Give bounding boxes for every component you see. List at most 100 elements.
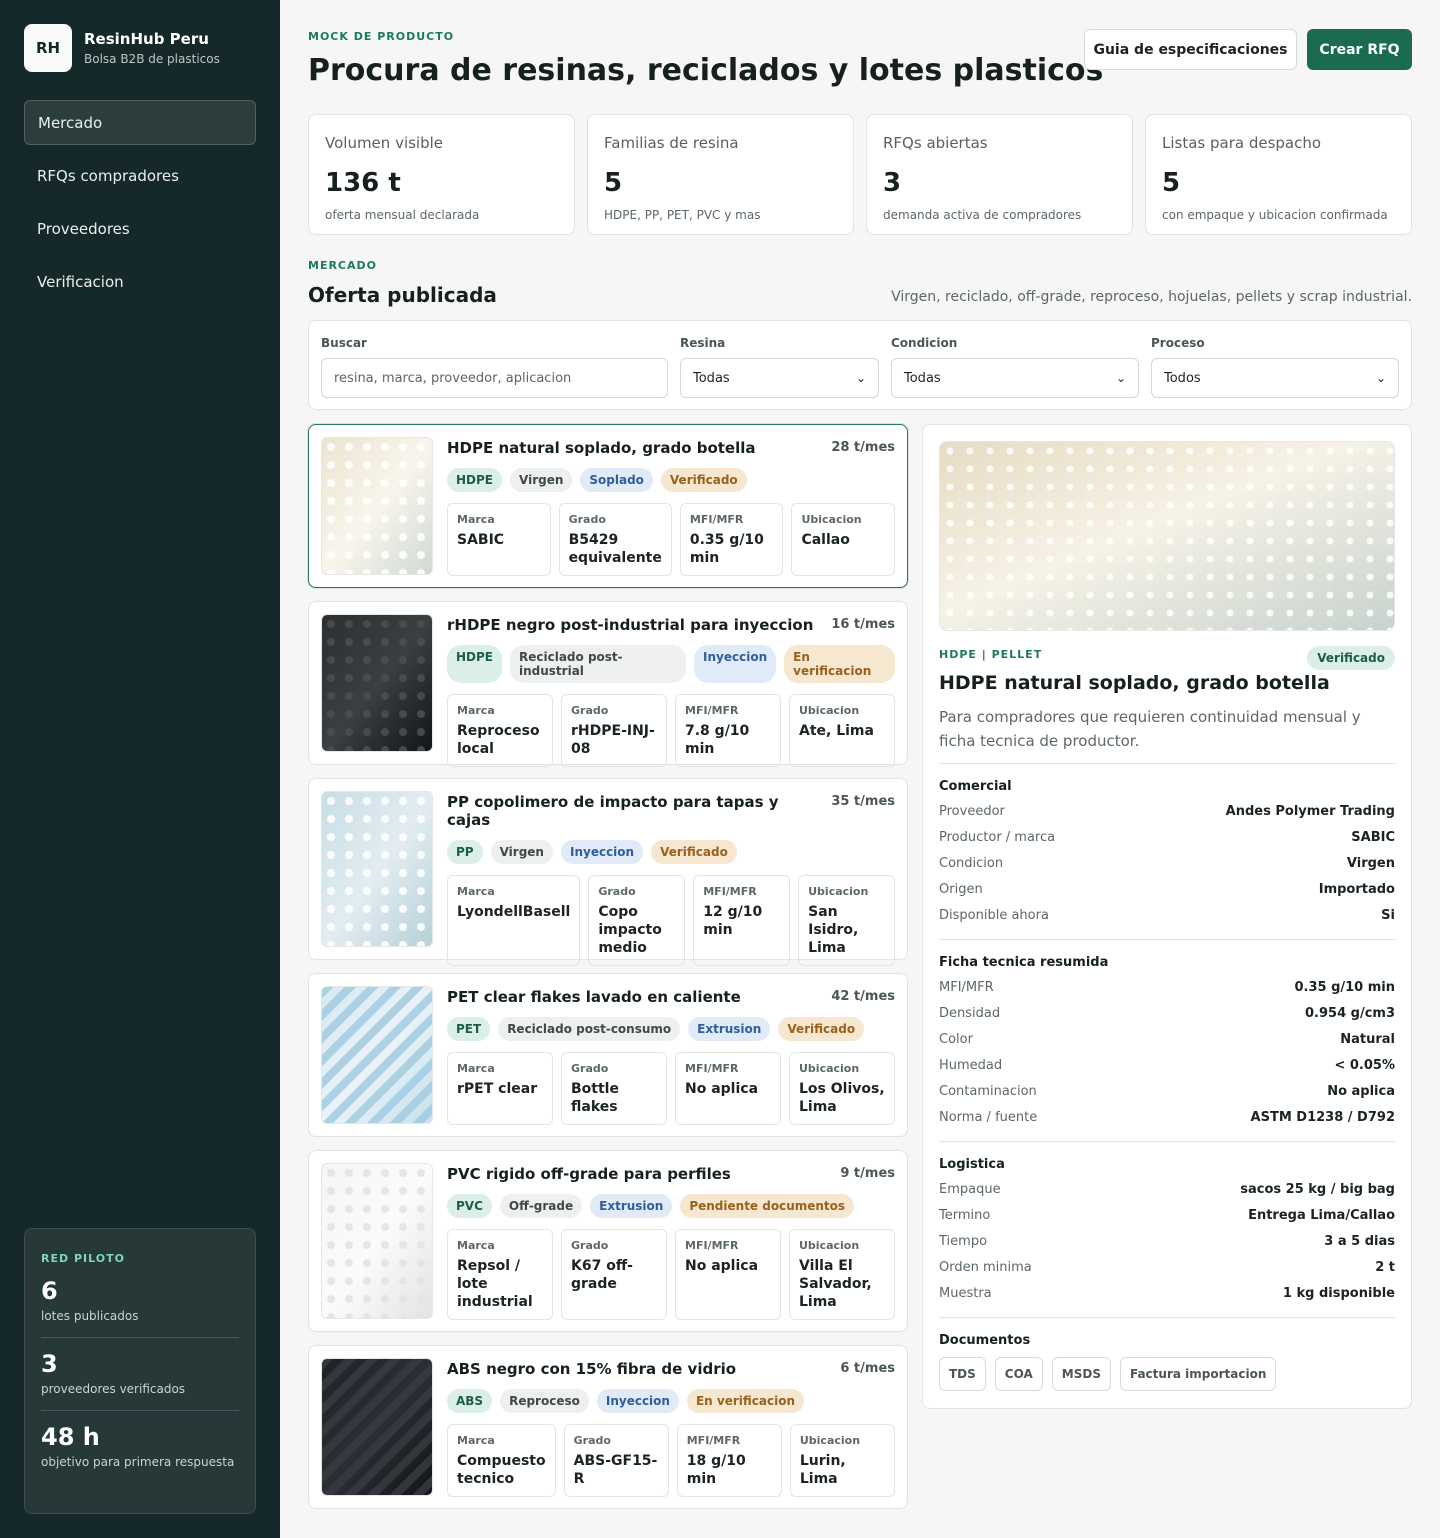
document-chip[interactable]: Factura importacion: [1119, 1357, 1277, 1391]
detail-row-label: Densidad: [939, 1006, 1001, 1021]
spec-value: San Isidro, Lima: [808, 904, 859, 956]
detail-row-value: 1 kg disponible: [1282, 1286, 1395, 1301]
stat-card: Listas para despacho 5 con empaque y ubi…: [1145, 114, 1412, 235]
listing-title: ABS negro con 15% fibra de vidrio: [447, 1360, 737, 1378]
spec-value: Repsol / lote industrial: [457, 1258, 533, 1310]
condition-tag: Reciclado post-industrial: [510, 645, 687, 683]
detail-row: Condicion Virgen: [939, 855, 1395, 872]
detail-row: Humedad < 0.05%: [939, 1057, 1395, 1074]
stat-card: Familias de resina 5 HDPE, PP, PET, PVC …: [587, 114, 854, 235]
listing-card[interactable]: 42 t/mes PET clear flakes lavado en cali…: [308, 973, 908, 1137]
spec-location: Ubicacion Ate, Lima: [789, 694, 895, 767]
condition-tag: Reciclado post-consumo: [498, 1017, 681, 1041]
listing-thumbnail: [321, 437, 433, 575]
spec-location: Ubicacion Los Olivos, Lima: [789, 1052, 895, 1125]
detail-row: Termino Entrega Lima/Callao: [939, 1207, 1395, 1224]
spec-label: Marca: [457, 1434, 495, 1447]
spec-brand: Marca Compuesto tecnico: [447, 1424, 556, 1497]
detail-row-label: MFI/MFR: [939, 980, 994, 995]
process-tag: Inyeccion: [560, 840, 644, 864]
condition-select[interactable]: Todas ⌄: [891, 358, 1139, 398]
spec-label: Grado: [598, 885, 636, 898]
spec-guide-button[interactable]: Guia de especificaciones: [1084, 29, 1297, 70]
documents-section: Documentos TDS COA MSDS Factura importacion: [939, 1317, 1395, 1391]
status-badge: En verificacion: [686, 1389, 804, 1413]
resin-tag: ABS: [447, 1389, 493, 1413]
spec-label: Marca: [457, 704, 495, 717]
document-chip[interactable]: MSDS: [1051, 1357, 1111, 1391]
stat-sub: con empaque y ubicacion confirmada: [1162, 208, 1388, 222]
create-rfq-button[interactable]: Crear RFQ: [1307, 29, 1412, 70]
spec-value: 7.8 g/10 min: [685, 723, 750, 757]
document-chip[interactable]: TDS: [939, 1357, 986, 1391]
spec-grade: Grado Copo impacto medio: [588, 875, 686, 966]
listing-volume: 9 t/mes: [840, 1166, 895, 1181]
listing-title: HDPE natural soplado, grado botella: [447, 439, 756, 457]
process-tag: Extrusion: [688, 1017, 771, 1041]
spec-value: Copo impacto medio: [598, 904, 662, 956]
spec-label: MFI/MFR: [689, 513, 744, 526]
detail-row-value: Importado: [1318, 882, 1395, 897]
resin-label: Resina: [680, 336, 726, 350]
nav-item-proveedores[interactable]: Proveedores: [24, 206, 256, 251]
resin-select[interactable]: Todas ⌄: [680, 358, 879, 398]
stat-label: Volumen visible: [325, 134, 444, 152]
search-label: Buscar: [321, 336, 367, 350]
spec-label: Marca: [457, 885, 495, 898]
spec-brand: Marca LyondellBasell: [447, 875, 581, 966]
document-chip[interactable]: COA: [994, 1357, 1043, 1391]
detail-row-value: Natural: [1340, 1032, 1395, 1047]
resin-tag: PP: [447, 840, 483, 864]
listing-card[interactable]: 35 t/mes PP copolimero de impacto para t…: [308, 778, 908, 966]
detail-row: Proveedor Andes Polymer Trading: [939, 803, 1395, 820]
spec-value: Los Olivos, Lima: [799, 1081, 885, 1115]
listing-card[interactable]: 28 t/mes HDPE natural soplado, grado bot…: [308, 424, 908, 588]
listing-card[interactable]: 16 t/mes rHDPE negro post-industrial par…: [308, 601, 908, 767]
spec-label: MFI/MFR: [685, 1239, 739, 1252]
page-kicker: MOCK DE PRODUCTO: [308, 30, 455, 43]
detail-row-label: Termino: [939, 1208, 991, 1223]
spec-label: Grado: [571, 704, 609, 717]
product-image: [939, 441, 1395, 631]
detail-row-value: Si: [1381, 908, 1395, 923]
spec-brand: Marca Reproceso local: [447, 694, 553, 767]
spec-grade: Grado K67 off-grade: [561, 1229, 667, 1320]
spec-brand: Marca SABIC: [447, 503, 551, 576]
search-input[interactable]: resina, marca, proveedor, aplicacion: [321, 358, 668, 398]
spec-brand: Marca rPET clear: [447, 1052, 553, 1125]
detail-row-label: Muestra: [939, 1286, 992, 1301]
status-badge: Verificado: [651, 840, 737, 864]
listing-card[interactable]: 6 t/mes ABS negro con 15% fibra de vidri…: [308, 1345, 908, 1509]
spec-value: No aplica: [685, 1081, 759, 1097]
spec-brand: Marca Repsol / lote industrial: [447, 1229, 553, 1320]
spec-grade: Grado Bottle flakes: [561, 1052, 667, 1125]
listing-volume: 16 t/mes: [831, 617, 895, 632]
detail-row-label: Origen: [939, 882, 983, 897]
documents-title: Documentos: [939, 1333, 1031, 1348]
listing-card[interactable]: 9 t/mes PVC rigido off-grade para perfil…: [308, 1150, 908, 1332]
spec-label: Ubicacion: [799, 1239, 860, 1252]
spec-value: rHDPE-INJ-08: [571, 723, 655, 757]
nav-item-mercado[interactable]: Mercado: [24, 100, 256, 145]
detail-section-title: Ficha tecnica resumida: [939, 955, 1109, 970]
detail-row: Contaminacion No aplica: [939, 1083, 1395, 1100]
detail-row: MFI/MFR 0.35 g/10 min: [939, 979, 1395, 996]
condition-tag: Virgen: [510, 468, 573, 492]
nav-item-verificacion[interactable]: Verificacion: [24, 259, 256, 304]
spec-label: Grado: [568, 513, 606, 526]
nav-item-rfqs[interactable]: RFQs compradores: [24, 153, 256, 198]
spec-location: Ubicacion Lurin, Lima: [789, 1424, 895, 1497]
resin-tag: PVC: [447, 1194, 492, 1218]
status-badge: Pendiente documentos: [680, 1194, 855, 1218]
detail-row: Empaque sacos 25 kg / big bag: [939, 1181, 1395, 1198]
spec-value: B5429 equivalente: [568, 532, 662, 566]
process-select[interactable]: Todos ⌄: [1151, 358, 1399, 398]
detail-row: Origen Importado: [939, 881, 1395, 898]
stat-label: RFQs abiertas: [883, 134, 988, 152]
detail-row-label: Humedad: [939, 1058, 1003, 1073]
detail-row: Color Natural: [939, 1031, 1395, 1048]
brand: RH ResinHub Peru Bolsa B2B de plasticos: [24, 24, 220, 72]
detail-row-value: SABIC: [1351, 830, 1395, 845]
stat-label: Listas para despacho: [1162, 134, 1322, 152]
pilot-stat: 3 proveedores verificados: [41, 1338, 239, 1411]
